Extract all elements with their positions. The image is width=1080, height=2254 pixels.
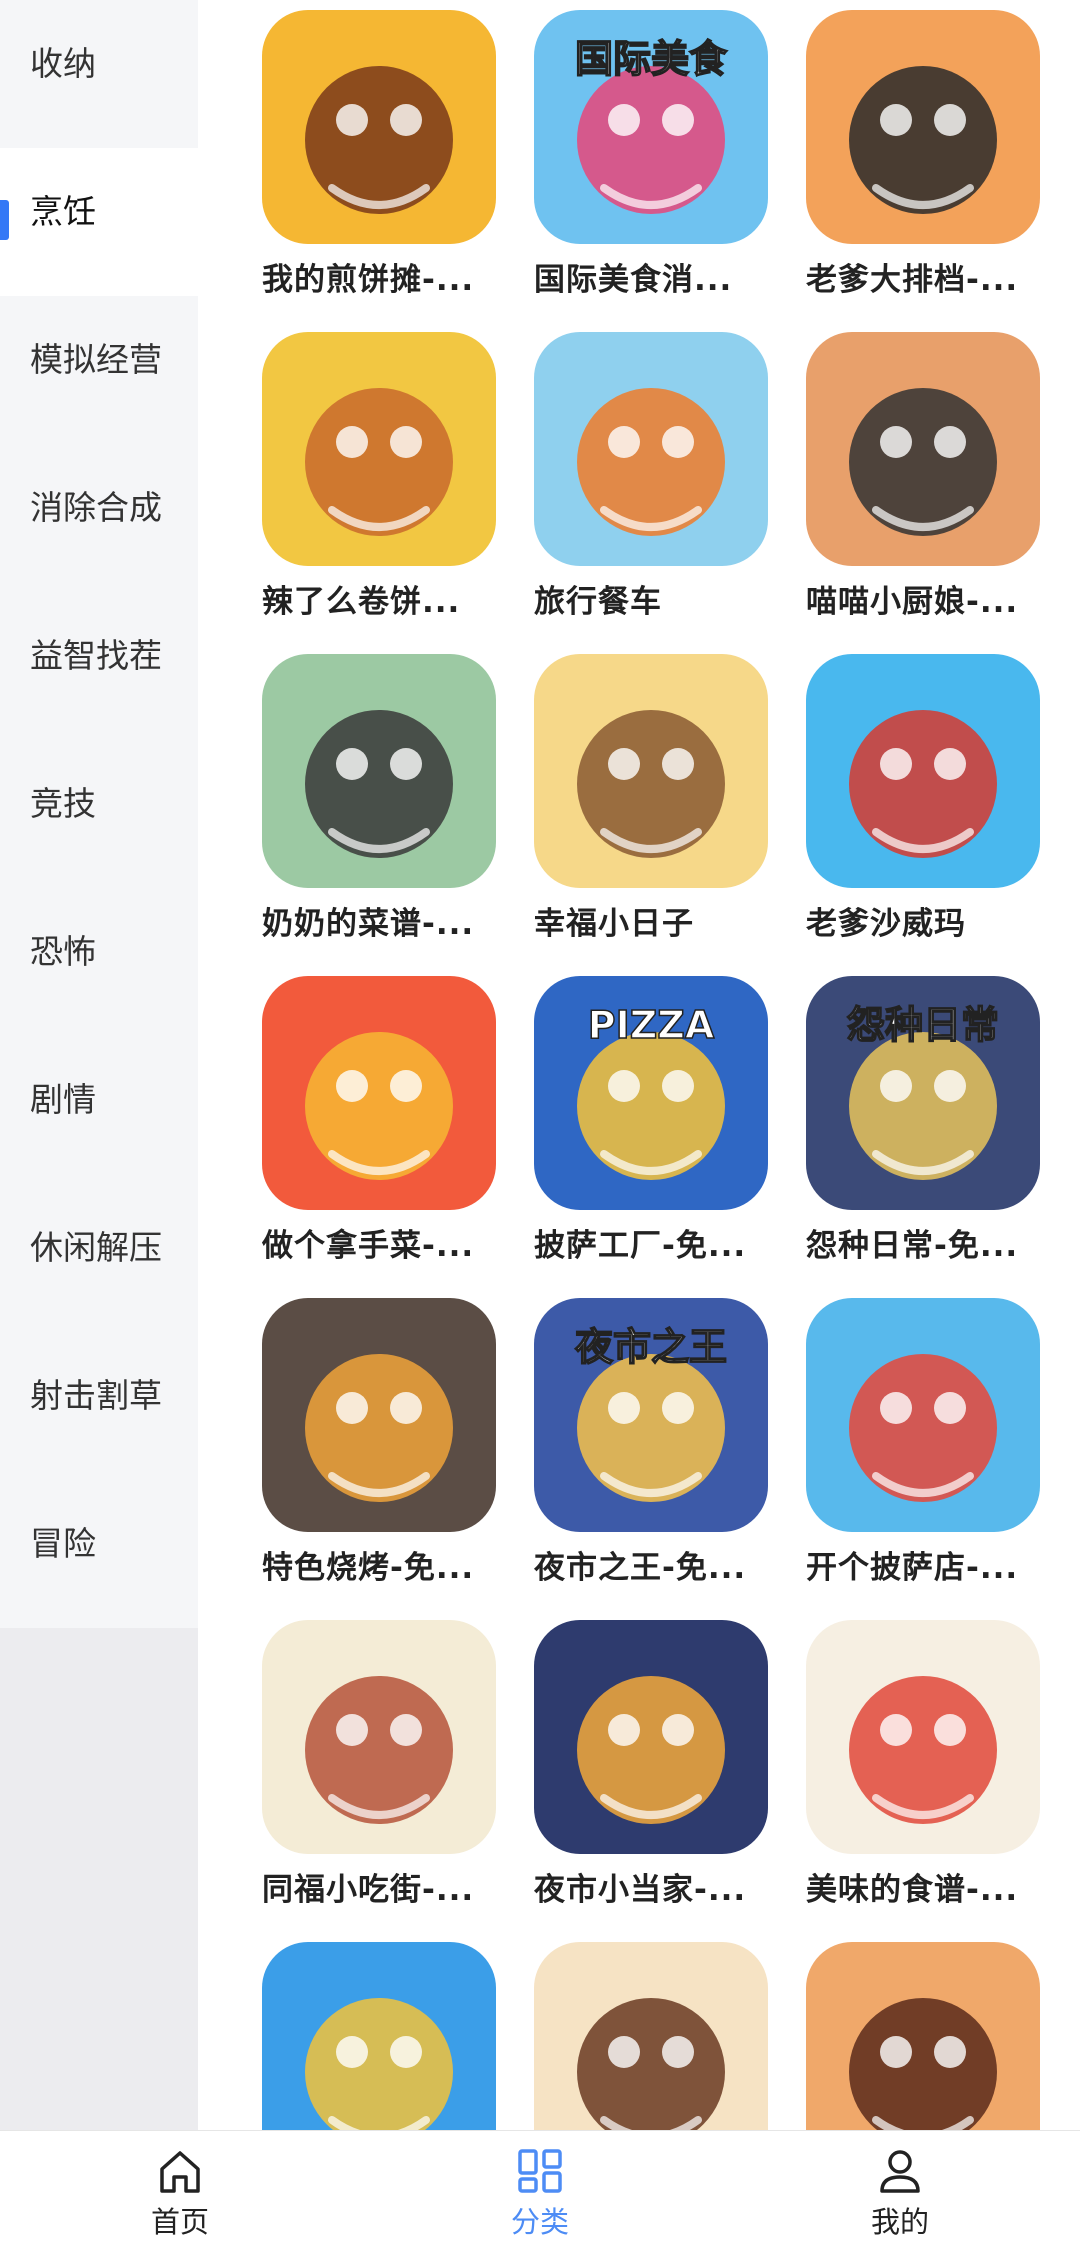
game-card[interactable]: 怨种日常怨种日常-免... — [806, 976, 1040, 1265]
tab-home[interactable]: 首页 — [110, 2145, 250, 2241]
pancake-stall-icon[interactable] — [262, 10, 496, 244]
pizza-recipe-icon[interactable] — [806, 1620, 1040, 1854]
game-card[interactable]: PIZZA 披萨工厂-免... — [534, 976, 768, 1265]
cat-chef-icon[interactable] — [806, 332, 1040, 566]
burrito-icon[interactable] — [262, 332, 496, 566]
game-card[interactable]: 我的煎饼摊-... — [262, 10, 496, 299]
game-title: 披萨工厂-免... — [534, 1228, 747, 1264]
game-title: 喵喵小厨娘-... — [806, 584, 1019, 620]
game-card[interactable]: 幸福小日子 — [534, 654, 768, 943]
grandma-wok-icon[interactable] — [262, 654, 496, 888]
game-title: 美味的食谱-... — [806, 1872, 1019, 1908]
sidebar-item-10[interactable]: 冒险 — [0, 1480, 198, 1628]
night-chef-icon[interactable] — [534, 1620, 768, 1854]
game-art-title: 夜市之王 — [574, 1325, 727, 1369]
sidebar-item-8[interactable]: 休闲解压 — [0, 1184, 198, 1332]
sidebar-item-0[interactable]: 收纳 — [0, 0, 198, 148]
pizza-shop-icon[interactable] — [806, 1298, 1040, 1532]
game-title: 特色烧烤-免... — [262, 1550, 475, 1586]
game-card[interactable]: 夜市小当家-... — [534, 1620, 768, 1909]
game-title: 夜市之王-免... — [534, 1550, 747, 1586]
game-card[interactable]: 辣了么卷饼... — [262, 332, 496, 621]
shawarma-icon[interactable] — [806, 654, 1040, 888]
festive-dish-icon[interactable] — [262, 976, 496, 1210]
sidebar-item-9[interactable]: 射击割草 — [0, 1332, 198, 1480]
sidebar-item-4[interactable]: 益智找茬 — [0, 592, 198, 740]
category-list: 收纳 烹饪 模拟经营 消除合成 益智找茬 竞技 恐怖 剧情 休闲解压 射击割草 冒险 — [0, 0, 198, 1628]
lady-chef-icon[interactable] — [534, 1942, 768, 2130]
tab-mine[interactable]: 我的 — [830, 2145, 970, 2241]
food-truck-icon[interactable] — [534, 332, 768, 566]
game-art-title: 国际美食 — [575, 37, 728, 81]
sidebar-item-3[interactable]: 消除合成 — [0, 444, 198, 592]
game-card[interactable]: 老爹大排档-... — [806, 10, 1040, 299]
game-title: 老爹大排档-... — [806, 262, 1019, 298]
tab-category-label: 分类 — [510, 2205, 569, 2239]
game-title: 做个拿手菜-... — [262, 1228, 475, 1264]
game-title: 夜市小当家-... — [534, 1872, 747, 1908]
sidebar-item-5[interactable]: 竞技 — [0, 740, 198, 888]
game-title: 我的煎饼摊-... — [262, 262, 475, 298]
game-card[interactable] — [806, 1942, 1040, 2130]
game-title: 国际美食消... — [534, 262, 733, 298]
bottom-tab-bar: 首页 分类 我的 — [0, 2130, 1080, 2254]
wok-fry-icon[interactable] — [806, 10, 1040, 244]
burger-boy-icon[interactable] — [262, 1942, 496, 2130]
tab-home-label: 首页 — [150, 2205, 209, 2239]
international-food-icon[interactable]: 国际美食 — [534, 10, 768, 244]
game-card[interactable]: 特色烧烤-免... — [262, 1298, 496, 1587]
game-card[interactable]: 美味的食谱-... — [806, 1620, 1040, 1909]
game-card[interactable]: 夜市之王夜市之王-免... — [534, 1298, 768, 1587]
night-market-icon[interactable]: 夜市之王 — [534, 1298, 768, 1532]
game-card[interactable]: 做个拿手菜-... — [262, 976, 496, 1265]
game-card[interactable]: 喵喵小厨娘-... — [806, 332, 1040, 621]
game-card[interactable]: 开个披萨店-... — [806, 1298, 1040, 1587]
tab-category[interactable]: 分类 — [470, 2145, 610, 2241]
user-icon — [880, 2150, 920, 2193]
game-title: 开个披萨店-... — [806, 1550, 1019, 1586]
game-title: 旅行餐车 — [534, 584, 662, 620]
game-art-title: PIZZA — [588, 1003, 715, 1047]
sidebar-item-6[interactable]: 恐怖 — [0, 888, 198, 1036]
game-card[interactable]: 同福小吃街-... — [262, 1620, 496, 1909]
game-card[interactable]: 老爹沙威玛 — [806, 654, 1040, 943]
game-grid: 我的煎饼摊-... 国际美食国际美食消... 老爹大排档-... 辣了么卷饼... 旅行… — [198, 0, 1080, 2130]
game-title: 同福小吃街-... — [262, 1872, 475, 1908]
game-title: 幸福小日子 — [534, 906, 694, 942]
game-art-title: 怨种日常 — [847, 1003, 999, 1047]
snack-street-icon[interactable] — [262, 1620, 496, 1854]
game-card[interactable]: 奶奶的菜谱-... — [262, 654, 496, 943]
daily-life-icon[interactable]: 怨种日常 — [806, 976, 1040, 1210]
sidebar-item-1[interactable]: 烹饪 — [0, 148, 198, 296]
sidebar-item-7[interactable]: 剧情 — [0, 1036, 198, 1184]
pizza-factory-icon[interactable]: PIZZA — [534, 976, 768, 1210]
game-title: 奶奶的菜谱-... — [262, 906, 475, 942]
category-sidebar: 收纳 烹饪 模拟经营 消除合成 益智找茬 竞技 恐怖 剧情 休闲解压 射击割草 冒险 — [0, 0, 198, 2130]
bbq-icon[interactable] — [262, 1298, 496, 1532]
game-card[interactable] — [534, 1942, 768, 2130]
game-title: 怨种日常-免... — [806, 1228, 1019, 1264]
game-card[interactable] — [262, 1942, 496, 2130]
game-title: 老爹沙威玛 — [806, 906, 966, 942]
home-icon — [160, 2151, 200, 2193]
sidebar-item-2[interactable]: 模拟经营 — [0, 296, 198, 444]
game-card[interactable]: 旅行餐车 — [534, 332, 768, 621]
game-card[interactable]: 国际美食国际美食消... — [534, 10, 768, 299]
category-grid-icon — [518, 2149, 562, 2193]
tab-mine-label: 我的 — [870, 2205, 929, 2239]
mustache-man-icon[interactable] — [806, 1942, 1040, 2130]
bear-pizza-icon[interactable] — [534, 654, 768, 888]
game-title: 辣了么卷饼... — [262, 584, 461, 620]
